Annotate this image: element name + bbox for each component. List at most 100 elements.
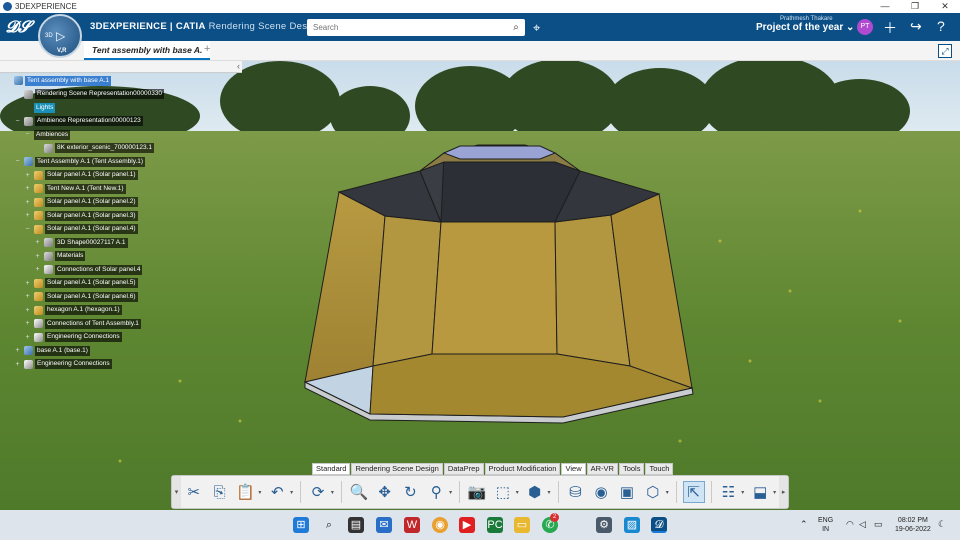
tree-node[interactable]: + Solar panel A.1 (Solar panel.1) (24, 170, 138, 181)
capture-icon[interactable]: 📷 (466, 481, 488, 503)
search-icon[interactable]: ⌕ (321, 517, 337, 533)
tree-node[interactable]: 8K exterior_scenic_700000123.1 (34, 143, 155, 154)
expand-icon[interactable]: + (34, 239, 41, 246)
tree-node-label[interactable]: 3D Shape00027117 A.1 (55, 237, 128, 248)
help-icon[interactable]: ? (937, 18, 945, 34)
action-tab-touch[interactable]: Touch (645, 463, 674, 475)
cut-icon[interactable]: ✂ (183, 481, 205, 503)
expand-icon[interactable]: + (24, 212, 31, 219)
zoom-in-out-icon[interactable]: ⚲ (425, 481, 447, 503)
compass-widget[interactable]: 3D ▷ V,R (38, 14, 82, 58)
tree-node-label[interactable]: Materials (55, 251, 86, 261)
paste-caret[interactable]: ▾ (258, 489, 261, 496)
clock[interactable]: 08:02 PM 19-06-2022 (895, 516, 931, 534)
avatar[interactable]: PT (857, 19, 873, 35)
action-tab-dataprep[interactable]: DataPrep (443, 463, 484, 475)
mail-icon[interactable]: ✉ (376, 517, 392, 533)
add-tab-button[interactable]: + (204, 43, 210, 55)
copy-icon[interactable]: ⎘ (209, 481, 231, 503)
tree-node-label[interactable]: Solar panel A.1 (Solar panel.2) (45, 197, 138, 207)
close-button[interactable]: ✕ (930, 1, 960, 12)
tree-node[interactable]: − Tent assembly with base A.1 (4, 75, 112, 86)
pan-icon[interactable]: ✥ (374, 481, 396, 503)
view-caret[interactable]: ▾ (516, 489, 519, 496)
action-tab-product-modification[interactable]: Product Modification (484, 463, 561, 475)
render-style-icon[interactable]: ⬢ (524, 481, 546, 503)
photos-icon[interactable]: ▨ (624, 517, 640, 533)
minimize-button[interactable]: — (870, 1, 900, 12)
collapse-icon[interactable]: − (24, 131, 31, 138)
assembly-icon[interactable]: ⬓ (749, 481, 771, 503)
expand-icon[interactable]: + (34, 266, 41, 273)
tree-node-label[interactable]: Tent Assembly A.1 (Tent Assembly.1) (35, 156, 146, 167)
tree-node[interactable]: − Tent Assembly A.1 (Tent Assembly.1) (14, 156, 146, 167)
tree-node[interactable]: + hexagon A.1 (hexagon.1) (24, 305, 122, 316)
view-cube-icon[interactable]: ⬚ (492, 481, 514, 503)
action-tab-tools[interactable]: Tools (618, 463, 645, 475)
action-tab-standard[interactable]: Standard (312, 463, 351, 475)
expand-icon[interactable]: + (24, 185, 31, 192)
tree-node[interactable]: + Rendering Scene Representation00000330 (14, 89, 165, 100)
file-explorer-icon[interactable]: ▭ (514, 517, 530, 533)
tree-node-label[interactable]: Solar panel A.1 (Solar panel.5) (45, 278, 138, 288)
paste-icon[interactable]: 📋 (235, 481, 257, 503)
settings-caret[interactable]: ▾ (666, 489, 669, 496)
expand-icon[interactable]: + (24, 307, 31, 314)
preview-icon[interactable]: ▣ (616, 481, 638, 503)
select-mode-icon[interactable]: ⇱ (682, 481, 705, 503)
project-selector[interactable]: Project of the year ⌄ (756, 22, 854, 33)
battery-icon[interactable]: ▭ (874, 520, 883, 529)
maximize-button[interactable]: ❐ (900, 1, 930, 12)
collapse-tree-icon[interactable]: ‹ (237, 61, 240, 71)
collapse-icon[interactable]: − (24, 226, 31, 233)
settings-icon[interactable]: ⬡ (642, 481, 664, 503)
expand-icon[interactable]: + (24, 293, 31, 300)
search-input[interactable] (307, 19, 507, 36)
undo-caret[interactable]: ▾ (290, 489, 293, 496)
tree-node[interactable]: + Materials (34, 251, 86, 262)
tree-node[interactable]: + base A.1 (base.1) (14, 345, 90, 356)
tree-node[interactable]: + Tent New A.1 (Tent New.1) (24, 183, 126, 194)
tree-node-label[interactable]: Solar panel A.1 (Solar panel.4) (45, 224, 138, 234)
tree-node-label[interactable]: Solar panel A.1 (Solar panel.1) (45, 170, 138, 180)
tree-icon[interactable]: ☷ (718, 481, 740, 503)
tent-model[interactable] (303, 144, 694, 424)
windows-start-icon[interactable]: ⊞ (293, 517, 309, 533)
action-bar-end[interactable]: ▸ (779, 476, 789, 508)
settings-gear-icon[interactable]: ⚙ (596, 517, 612, 533)
zoom-caret[interactable]: ▾ (449, 489, 452, 496)
tree-node[interactable]: − Ambiences (24, 129, 71, 140)
tree-node-label[interactable]: Connections of Solar panel.4 (55, 264, 143, 275)
action-tab-rendering-scene-design[interactable]: Rendering Scene Design (351, 463, 443, 475)
zoom-icon[interactable]: 🔍 (348, 481, 370, 503)
action-tab-view[interactable]: View (561, 463, 586, 475)
tree-node[interactable]: + Connections of Tent Assembly.1 (24, 318, 141, 329)
user-project-block[interactable]: Prathmesh Thakare Project of the year ⌄ (756, 16, 854, 33)
tree-node[interactable]: + Connections of Solar panel.4 (34, 264, 143, 275)
tree-node[interactable]: +3D Shape00027117 A.1 (34, 237, 128, 248)
expand-icon[interactable]: + (14, 347, 21, 354)
collapse-icon[interactable]: − (14, 118, 21, 125)
database-icon[interactable]: ⛁ (565, 481, 587, 503)
tree-node-label[interactable]: Solar panel A.1 (Solar panel.3) (45, 210, 138, 221)
expand-icon[interactable]: + (24, 199, 31, 206)
tree-caret[interactable]: ▾ (741, 489, 744, 496)
search-icon[interactable]: ⌕ (507, 22, 525, 33)
action-bar-menu[interactable]: ▾ (172, 476, 181, 508)
share-icon[interactable]: ↪ (910, 18, 922, 35)
expand-icon[interactable]: + (24, 172, 31, 179)
rotate-icon[interactable]: ↻ (400, 481, 422, 503)
tree-node-label[interactable]: Tent assembly with base A.1 (25, 75, 112, 86)
tree-node-label[interactable]: hexagon A.1 (hexagon.1) (45, 305, 122, 315)
dassault-logo-icon[interactable]: 𝓓𝓢 (0, 17, 36, 37)
tree-node-label[interactable]: Engineering Connections (35, 359, 112, 369)
play-icon[interactable]: ▷ (56, 29, 65, 43)
pycharm-icon[interactable]: PC (487, 517, 503, 533)
assembly-caret[interactable]: ▾ (773, 489, 776, 496)
tree-node[interactable]: Lights (24, 102, 56, 113)
tree-node-label[interactable]: Ambience Representation00000123 (35, 116, 143, 126)
collapse-icon[interactable]: − (14, 158, 21, 165)
spec-tree[interactable]: ‹ − Tent assembly with base A.1 + Rendering… (0, 61, 242, 381)
tree-node-label[interactable]: Tent New A.1 (Tent New.1) (45, 183, 126, 194)
tree-node[interactable]: + Solar panel A.1 (Solar panel.2) (24, 197, 138, 208)
